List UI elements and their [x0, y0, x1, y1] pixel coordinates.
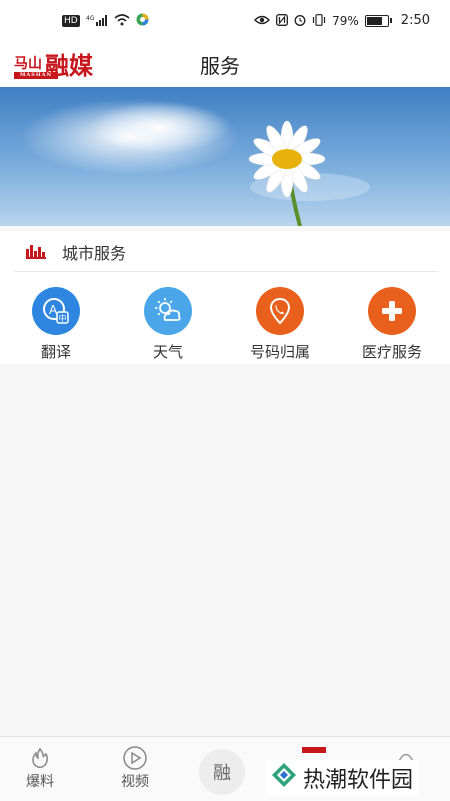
city-services-panel: 城市服务 A 中 翻译 天气 号码归属 医疗服务	[0, 231, 450, 364]
logo-subtitle: MASHAN	[14, 72, 58, 79]
translate-icon: A 中	[32, 287, 80, 335]
nav-label: 爆料	[26, 774, 54, 790]
nav-label: 视频	[121, 774, 149, 790]
section-title: 城市服务	[62, 244, 127, 263]
eye-icon	[254, 14, 271, 28]
service-medical[interactable]: 医疗服务	[337, 287, 447, 362]
diamond-logo-icon	[271, 762, 297, 794]
status-bar: HD 4G 79% 2:50	[0, 0, 450, 42]
nav-center-button[interactable]: 融	[199, 749, 245, 795]
app-header: 马山 MASHAN 融媒 服务	[0, 42, 450, 87]
app-notification-icon	[136, 13, 149, 28]
flame-icon	[5, 745, 75, 771]
section-header: 城市服务	[14, 231, 438, 272]
nav-item-video[interactable]: 视频	[100, 745, 170, 791]
network-type-label: 4G	[86, 15, 95, 22]
battery-icon	[364, 14, 392, 27]
signal-icon: 4G	[86, 14, 108, 28]
nav-item-baoliao[interactable]: 爆料	[5, 745, 75, 791]
service-label: 号码归属	[249, 343, 310, 361]
weather-icon	[144, 287, 192, 335]
hd-indicator: HD	[62, 14, 80, 27]
page-title: 服务	[200, 54, 240, 78]
nfc-icon	[276, 13, 289, 28]
battery-percent: 79%	[332, 13, 359, 28]
service-label: 医疗服务	[361, 343, 422, 361]
medical-plus-icon	[368, 287, 416, 335]
vibrate-icon	[312, 13, 326, 28]
service-phone-location[interactable]: 号码归属	[225, 287, 335, 362]
banner-image[interactable]	[0, 87, 450, 226]
service-label: 翻译	[40, 343, 71, 361]
app-logo: 马山 MASHAN 融媒	[14, 49, 93, 79]
clock: 2:50	[400, 13, 430, 28]
play-icon	[100, 745, 170, 771]
alarm-icon	[294, 14, 306, 28]
service-label: 天气	[152, 343, 183, 361]
wifi-icon	[114, 13, 130, 28]
service-translate[interactable]: A 中 翻译	[1, 287, 111, 362]
watermark-text: 热潮软件园	[303, 768, 414, 793]
city-skyline-icon	[26, 243, 46, 259]
service-weather[interactable]: 天气	[113, 287, 223, 362]
phone-location-icon	[256, 287, 304, 335]
svg-text:中: 中	[59, 313, 67, 323]
active-tab-indicator	[302, 747, 326, 753]
logo-mashan: 马山 MASHAN	[14, 57, 58, 79]
watermark: 热潮软件园	[265, 760, 420, 796]
